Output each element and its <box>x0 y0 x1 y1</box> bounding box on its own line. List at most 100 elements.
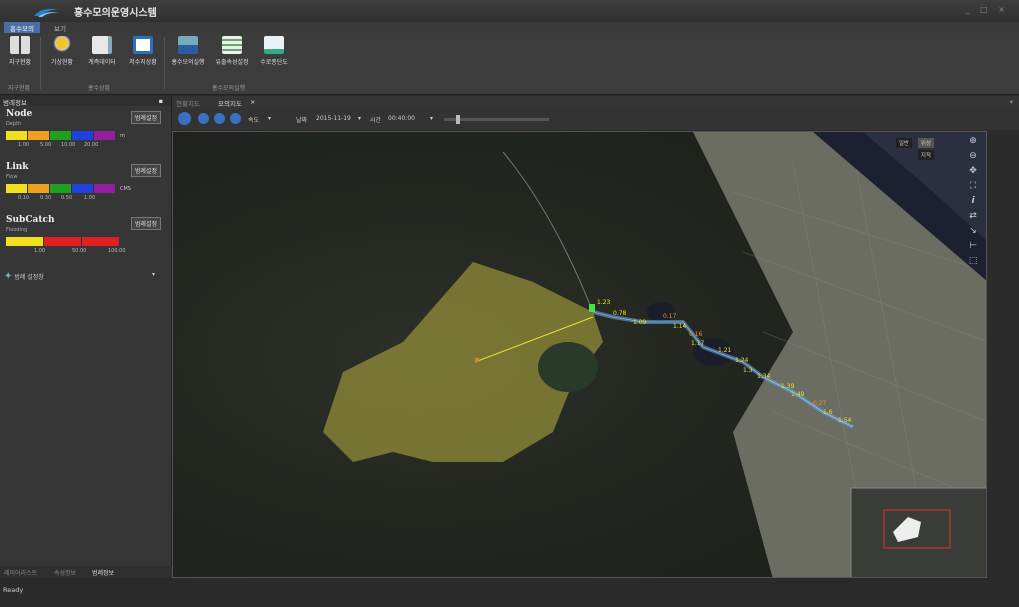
legend-settings-button[interactable]: 범례설정 <box>130 164 161 177</box>
reservoir-icon <box>133 36 153 54</box>
date-picker[interactable]: 2015-11-19 <box>316 115 351 122</box>
full-extent-icon[interactable]: ⛶ <box>967 180 979 192</box>
color-ramp <box>6 237 120 246</box>
measurement-icon <box>92 36 112 54</box>
title-bar: 홍수모의운영시스템 _ □ × <box>0 0 1019 22</box>
timeline-slider[interactable] <box>444 115 549 124</box>
stop-icon[interactable] <box>230 113 241 124</box>
play-icon[interactable] <box>178 112 191 125</box>
flood-simulation-button[interactable]: 홍수모의실행 <box>167 35 209 73</box>
legend-settings-label: 범례 설정창 <box>14 274 44 281</box>
link-label: 0.78 <box>613 310 627 317</box>
runoff-settings-icon <box>222 36 242 54</box>
time-picker[interactable]: 00:40:00 <box>388 115 415 122</box>
weather-status-label: 기상현황 <box>50 59 74 66</box>
legend-subtitle: Depth <box>6 121 22 127</box>
pause-icon[interactable] <box>214 113 225 124</box>
pan-icon[interactable]: ✥ <box>967 165 979 177</box>
measurement-data-button[interactable]: 계측데이터 <box>82 35 122 73</box>
legend-title: Node <box>6 109 33 119</box>
channel-profile-label: 수로종단도 <box>260 59 288 66</box>
tick-label: 1.00 <box>34 248 46 254</box>
panel-bottom-tabs: 레이어리스트 속성정보 범례정보 <box>0 566 172 578</box>
runoff-settings-button[interactable]: 유출속성설정 <box>211 35 253 73</box>
settings-puzzle-icon: ✦ <box>4 271 13 282</box>
tick-label: 0.30 <box>40 195 52 201</box>
tick-label: 20.00 <box>84 142 99 148</box>
ribbon-tab-row: 홍수모의 보기 <box>0 22 1019 33</box>
zoom-in-icon[interactable]: ⊕ <box>967 135 979 147</box>
inlet-node[interactable] <box>475 358 479 362</box>
step-back-icon[interactable] <box>198 113 209 124</box>
area-icon[interactable]: ⬚ <box>967 255 979 267</box>
map-canvas[interactable]: 1.23 0.78 1.09 0.17 1.14 0.16 1.17 1.21 … <box>173 132 987 578</box>
tick-label: 10.00 <box>61 142 76 148</box>
chevron-down-icon[interactable]: ▾ <box>1010 98 1013 106</box>
map-type-normal[interactable]: 일반 <box>895 138 912 148</box>
window-controls[interactable]: _ □ × <box>966 5 1009 14</box>
tab-legend[interactable]: 범례정보 <box>92 568 114 577</box>
weather-icon <box>52 36 72 54</box>
reservoir-status-button[interactable]: 저수지상황 <box>124 35 162 73</box>
satellite-map[interactable]: 1.23 0.78 1.09 0.17 1.14 0.16 1.17 1.21 … <box>172 131 987 578</box>
speed-label: 속도 <box>248 117 260 124</box>
group-label-region: 지구현황 <box>8 85 31 92</box>
pin-icon[interactable]: ▪ <box>159 97 163 105</box>
channel-profile-icon <box>264 36 284 54</box>
tick-label: 0.10 <box>18 195 30 201</box>
link-label: 1.49 <box>791 391 805 398</box>
time-label: 시간 <box>370 117 382 124</box>
map-tools: ⊕ ⊖ ✥ ⛶ i ⇄ ↘ ⊢ ⬚ <box>964 135 982 270</box>
swap-icon[interactable]: ⇄ <box>967 210 979 222</box>
tab-layer-list[interactable]: 레이어리스트 <box>4 568 37 577</box>
link-label: 1.23 <box>597 299 611 306</box>
legend-subcatch: SubCatch Flooding 범례설정 1.00 50.00 100.00 <box>4 215 167 265</box>
region-status-button[interactable]: 지구현황 <box>4 35 36 73</box>
overview-map[interactable] <box>850 487 987 578</box>
legend-panel-title: 범례정보 <box>3 99 27 107</box>
region-status-label: 지구현황 <box>8 59 32 66</box>
close-icon[interactable]: × <box>250 98 255 106</box>
date-dropdown-icon[interactable]: ▾ <box>358 115 361 122</box>
info-icon[interactable]: i <box>967 195 979 207</box>
link-label: 0.27 <box>813 400 827 407</box>
slider-handle[interactable] <box>456 115 460 124</box>
legend-settings-button[interactable]: 범례설정 <box>130 111 161 124</box>
ribbon-tab-flood-sim[interactable]: 홍수모의 <box>4 22 40 33</box>
tab-attributes[interactable]: 속성정보 <box>54 568 76 577</box>
group-label-flood-sim: 홍수모의실행 <box>212 85 246 92</box>
legend-unit: m <box>120 133 125 139</box>
link-label: 0.17 <box>663 313 677 320</box>
legend-settings-button[interactable]: 범례설정 <box>130 217 161 230</box>
link-label: 1.14 <box>673 323 687 330</box>
zoom-out-icon[interactable]: ⊖ <box>967 150 979 162</box>
select-icon[interactable]: ↘ <box>967 225 979 237</box>
legend-node: Node Depth 범례설정 m 1.00 5.00 10.00 20.00 <box>4 109 167 159</box>
link-label: 1.6 <box>823 409 833 416</box>
tick-label: 50.00 <box>72 248 87 254</box>
map-type-satellite[interactable]: 위성 <box>917 138 934 148</box>
date-label: 날짜 <box>296 117 308 124</box>
link-label: 1.17 <box>691 340 705 347</box>
region-icon <box>10 36 30 54</box>
channel-profile-button[interactable]: 수로종단도 <box>255 35 293 73</box>
outlet-node[interactable] <box>589 304 595 312</box>
speed-dropdown-icon[interactable]: ▾ <box>268 115 271 122</box>
legend-link: Link Flow 범례설정 CMS 0.10 0.30 0.50 1.00 <box>4 162 167 212</box>
link-label: 1.54 <box>838 417 852 424</box>
legend-unit: CMS <box>120 186 131 192</box>
tab-status-map[interactable]: 현황지도 <box>176 98 200 108</box>
app-logo-icon <box>34 8 60 17</box>
time-dropdown-icon[interactable]: ▾ <box>430 115 433 122</box>
link-label: 1.21 <box>718 347 732 354</box>
legend-panel-header: 범례정보 ▪ <box>0 96 171 107</box>
legend-settings-dropdown[interactable]: ✦ 범례 설정창 ▾ <box>4 271 167 283</box>
tick-label: 100.00 <box>108 248 126 254</box>
ribbon-tab-view[interactable]: 보기 <box>48 22 72 33</box>
measure-icon[interactable]: ⊢ <box>967 240 979 252</box>
map-type-cadastral[interactable]: 지적 <box>917 150 934 160</box>
legend-title: Link <box>6 162 29 172</box>
tab-simulation-map[interactable]: 모의지도 <box>218 98 242 108</box>
color-ramp <box>6 131 116 140</box>
weather-status-button[interactable]: 기상현황 <box>44 35 80 73</box>
